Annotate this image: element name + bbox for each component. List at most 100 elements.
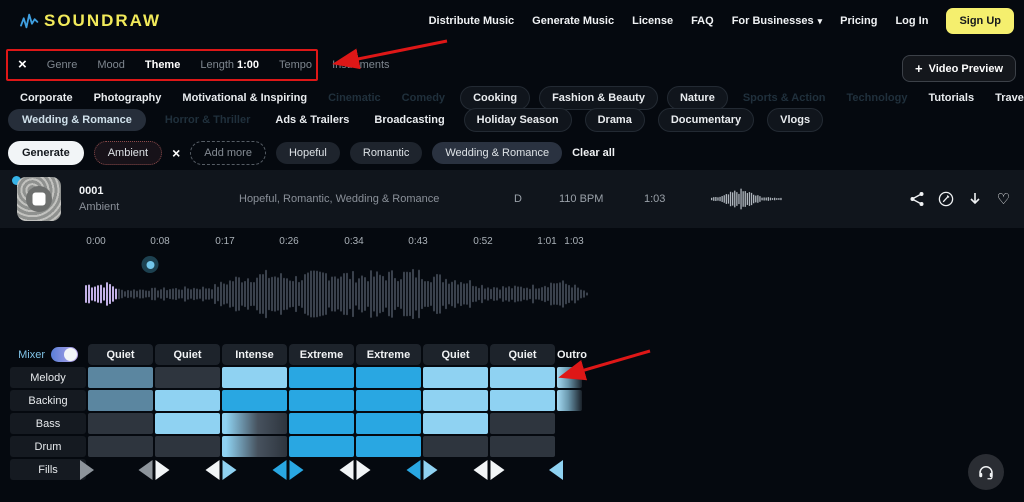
- filter-item-mood[interactable]: Mood: [97, 59, 125, 71]
- mixer-cell-bass-2[interactable]: [155, 413, 220, 434]
- nav-link-faq[interactable]: FAQ: [691, 15, 714, 27]
- mixer-cell-backing-8[interactable]: [557, 390, 582, 411]
- theme-sports-action[interactable]: Sports & Action: [737, 87, 832, 109]
- clear-all-button[interactable]: Clear all: [572, 147, 615, 159]
- mixer-cell-melody-3[interactable]: [222, 367, 287, 388]
- theme-fashion-beauty[interactable]: Fashion & Beauty: [539, 86, 658, 110]
- video-preview-button[interactable]: + Video Preview: [902, 55, 1016, 82]
- section-header-outro-7[interactable]: Outro: [557, 344, 582, 365]
- mixer-cell-bass-6[interactable]: [423, 413, 488, 434]
- fill-marker-7[interactable]: [474, 460, 505, 480]
- fill-marker-8[interactable]: [549, 460, 563, 480]
- mixer-toggle[interactable]: [51, 347, 78, 362]
- mixer-cell-bass-4[interactable]: [289, 413, 354, 434]
- tag-wedding-romance[interactable]: Wedding & Romance: [432, 142, 562, 164]
- mixer-cell-drum-7[interactable]: [490, 436, 555, 457]
- theme-broadcasting[interactable]: Broadcasting: [368, 109, 450, 131]
- fill-marker-1[interactable]: [80, 460, 94, 480]
- theme-motivational-inspiring[interactable]: Motivational & Inspiring: [176, 87, 313, 109]
- mixer-cell-bass-8[interactable]: [557, 413, 582, 434]
- waveform[interactable]: [0, 252, 1024, 338]
- nav-link-generate-music[interactable]: Generate Music: [532, 15, 614, 27]
- theme-drama[interactable]: Drama: [585, 108, 645, 132]
- mixer-cell-melody-1[interactable]: [88, 367, 153, 388]
- mixer-cell-melody-6[interactable]: [423, 367, 488, 388]
- mixer-cell-drum-6[interactable]: [423, 436, 488, 457]
- mixer-cell-drum-4[interactable]: [289, 436, 354, 457]
- selected-genre-pill[interactable]: Ambient: [94, 141, 162, 165]
- mixer-cell-melody-2[interactable]: [155, 367, 220, 388]
- theme-ads-trailers[interactable]: Ads & Trailers: [269, 109, 355, 131]
- section-header-quiet-5[interactable]: Quiet: [423, 344, 488, 365]
- mixer-cell-backing-2[interactable]: [155, 390, 220, 411]
- filter-item-theme[interactable]: Theme: [145, 59, 180, 71]
- mixer-cell-backing-5[interactable]: [356, 390, 421, 411]
- theme-holiday-season[interactable]: Holiday Season: [464, 108, 572, 132]
- mixer-cell-melody-5[interactable]: [356, 367, 421, 388]
- section-header-quiet-6[interactable]: Quiet: [490, 344, 555, 365]
- fill-marker-6[interactable]: [407, 460, 438, 480]
- close-icon[interactable]: ×: [18, 57, 27, 72]
- theme-tutorials[interactable]: Tutorials: [922, 87, 980, 109]
- remove-genre-icon[interactable]: ×: [172, 145, 180, 161]
- mixer-cell-bass-5[interactable]: [356, 413, 421, 434]
- section-header-extreme-3[interactable]: Extreme: [289, 344, 354, 365]
- fill-marker-2[interactable]: [139, 460, 170, 480]
- mixer-cell-backing-6[interactable]: [423, 390, 488, 411]
- mixer-cell-melody-4[interactable]: [289, 367, 354, 388]
- nav-link-for-businesses[interactable]: For Businesses▾: [732, 15, 822, 27]
- mixer-cell-melody-7[interactable]: [490, 367, 555, 388]
- nav-link-license[interactable]: License: [632, 15, 673, 27]
- theme-photography[interactable]: Photography: [88, 87, 168, 109]
- tag-hopeful[interactable]: Hopeful: [276, 142, 340, 164]
- filter-item-instruments[interactable]: Instruments: [332, 59, 389, 71]
- nav-link-pricing[interactable]: Pricing: [840, 15, 877, 27]
- share-icon[interactable]: [908, 191, 925, 208]
- filter-item-tempo[interactable]: Tempo: [279, 59, 312, 71]
- support-button[interactable]: [968, 454, 1004, 490]
- theme-vlogs[interactable]: Vlogs: [767, 108, 823, 132]
- mixer-cell-drum-5[interactable]: [356, 436, 421, 457]
- nav-link-distribute-music[interactable]: Distribute Music: [429, 15, 515, 27]
- mixer-cell-backing-4[interactable]: [289, 390, 354, 411]
- theme-comedy[interactable]: Comedy: [396, 87, 451, 109]
- nav-link-log-in[interactable]: Log In: [895, 15, 928, 27]
- theme-wedding-romance[interactable]: Wedding & Romance: [8, 109, 146, 131]
- mixer-cell-bass-1[interactable]: [88, 413, 153, 434]
- soundraw-logo[interactable]: SOUNDRAW: [20, 11, 161, 31]
- track-stop-button[interactable]: [17, 177, 61, 221]
- filter-item-length[interactable]: Length1:00: [200, 59, 259, 71]
- theme-cinematic[interactable]: Cinematic: [322, 87, 387, 109]
- fill-marker-4[interactable]: [273, 460, 304, 480]
- mixer-cell-bass-3[interactable]: [222, 413, 287, 434]
- mixer-cell-backing-3[interactable]: [222, 390, 287, 411]
- mixer-cell-drum-3[interactable]: [222, 436, 287, 457]
- section-header-quiet-1[interactable]: Quiet: [155, 344, 220, 365]
- generate-button[interactable]: Generate: [8, 141, 84, 165]
- section-header-extreme-4[interactable]: Extreme: [356, 344, 421, 365]
- mixer-cell-backing-7[interactable]: [490, 390, 555, 411]
- edit-icon[interactable]: [937, 191, 954, 208]
- theme-cooking[interactable]: Cooking: [460, 86, 530, 110]
- fill-marker-5[interactable]: [340, 460, 371, 480]
- section-header-quiet-0[interactable]: Quiet: [88, 344, 153, 365]
- fill-marker-3[interactable]: [206, 460, 237, 480]
- sign-up-button[interactable]: Sign Up: [946, 8, 1014, 34]
- theme-corporate[interactable]: Corporate: [14, 87, 79, 109]
- theme-horror-thriller[interactable]: Horror & Thriller: [159, 109, 257, 131]
- theme-nature[interactable]: Nature: [667, 86, 728, 110]
- theme-technology[interactable]: Technology: [841, 87, 914, 109]
- mixer-cell-backing-1[interactable]: [88, 390, 153, 411]
- theme-documentary[interactable]: Documentary: [658, 108, 754, 132]
- add-more-button[interactable]: Add more: [190, 141, 266, 165]
- mixer-cell-drum-1[interactable]: [88, 436, 153, 457]
- tag-romantic[interactable]: Romantic: [350, 142, 422, 164]
- section-header-intense-2[interactable]: Intense: [222, 344, 287, 365]
- filter-item-genre[interactable]: Genre: [47, 59, 78, 71]
- mixer-cell-drum-8[interactable]: [557, 436, 582, 457]
- download-icon[interactable]: [966, 191, 983, 208]
- heart-icon[interactable]: ♡: [995, 191, 1012, 208]
- mixer-cell-drum-2[interactable]: [155, 436, 220, 457]
- mixer-cell-melody-8[interactable]: [557, 367, 582, 388]
- mixer-cell-bass-7[interactable]: [490, 413, 555, 434]
